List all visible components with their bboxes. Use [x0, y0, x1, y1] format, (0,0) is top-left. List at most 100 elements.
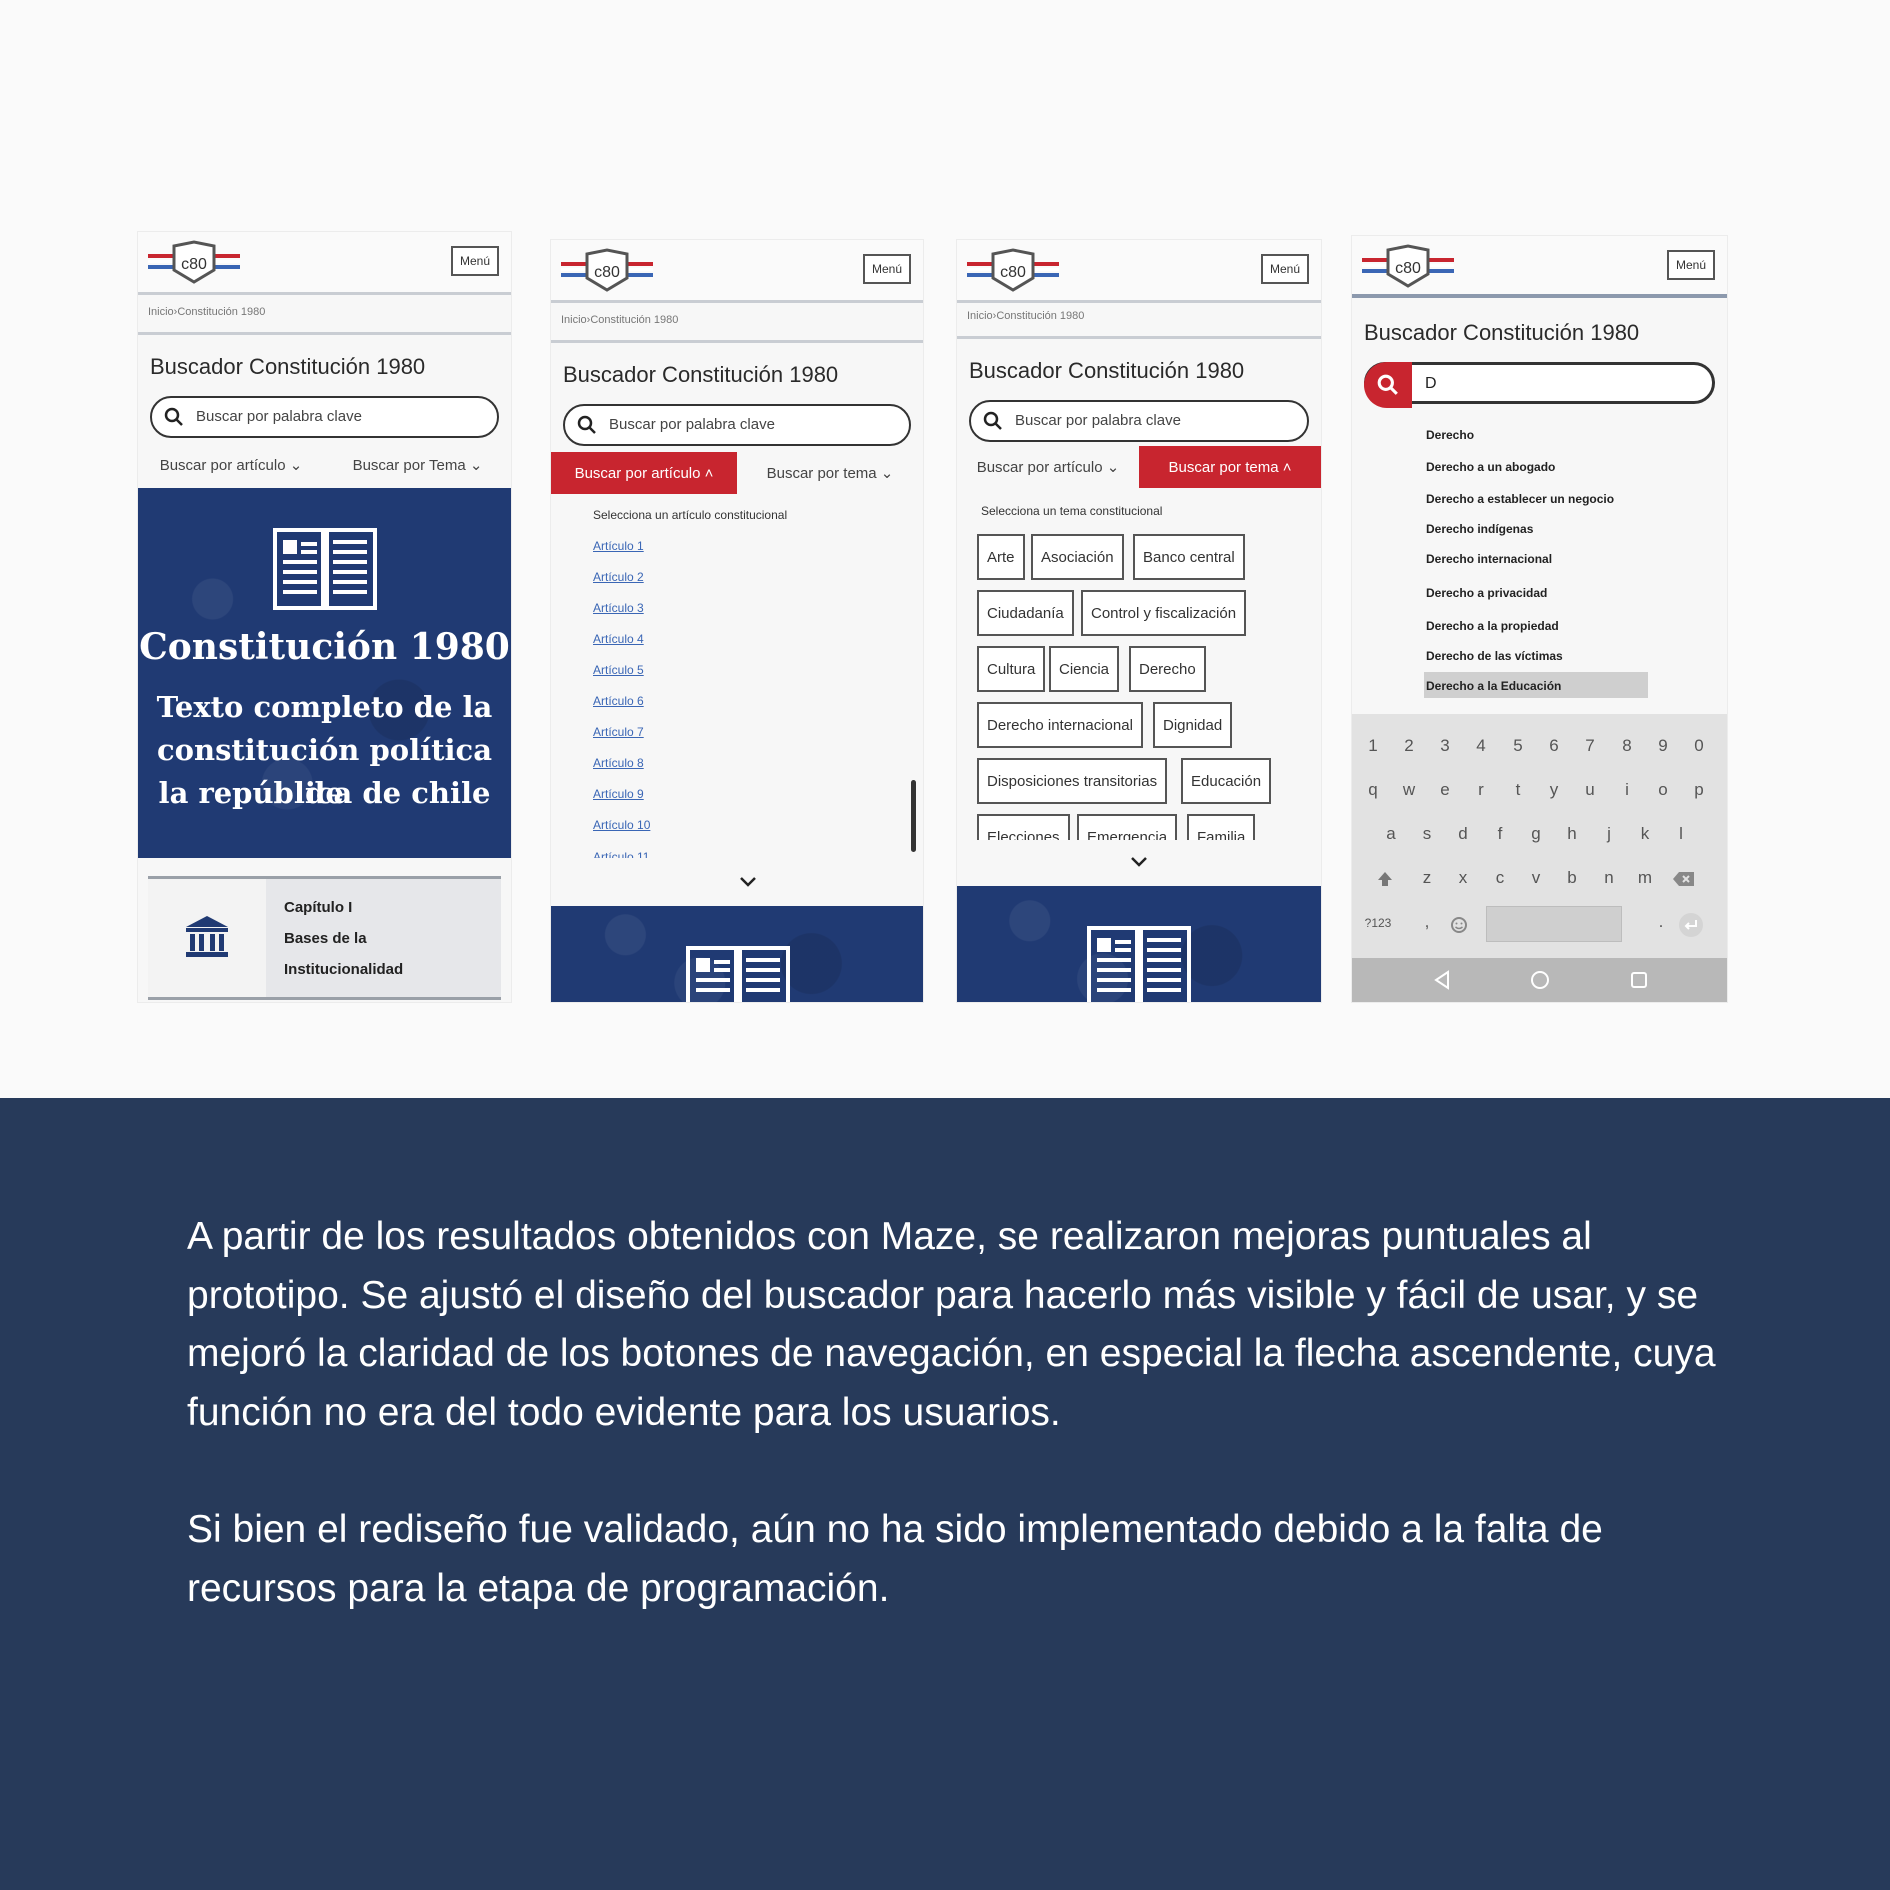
- key[interactable]: a: [1374, 824, 1408, 844]
- key[interactable]: i: [1610, 780, 1644, 800]
- shift-icon[interactable]: [1376, 870, 1394, 888]
- suggestion-item[interactable]: Derecho a privacidad: [1426, 586, 1547, 600]
- suggestion-item[interactable]: Derecho a establecer un negocio: [1426, 492, 1614, 506]
- key[interactable]: 2: [1392, 736, 1426, 756]
- article-link[interactable]: Artículo 3: [593, 601, 644, 615]
- menu-button[interactable]: Menú: [1261, 254, 1309, 284]
- key[interactable]: 6: [1537, 736, 1571, 756]
- c80-logo[interactable]: c80: [967, 248, 1059, 294]
- home-icon[interactable]: [1530, 970, 1550, 990]
- menu-button[interactable]: Menú: [451, 246, 499, 276]
- theme-tag[interactable]: Derecho internacional: [977, 702, 1143, 748]
- filter-by-theme-button[interactable]: Buscar por tema ˄: [1139, 446, 1321, 488]
- suggestion-item-selected[interactable]: Derecho a la Educación: [1426, 679, 1561, 693]
- c80-logo[interactable]: c80: [561, 248, 653, 294]
- article-link[interactable]: Artículo 4: [593, 632, 644, 646]
- article-link[interactable]: Artículo 7: [593, 725, 644, 739]
- search-input[interactable]: Buscar por palabra clave: [563, 404, 911, 446]
- key[interactable]: d: [1446, 824, 1480, 844]
- article-link[interactable]: Artículo 8: [593, 756, 644, 770]
- space-bar[interactable]: [1486, 906, 1622, 942]
- key[interactable]: g: [1519, 824, 1553, 844]
- suggestion-item[interactable]: Derecho internacional: [1426, 552, 1552, 566]
- theme-tag[interactable]: Asociación: [1031, 534, 1124, 580]
- article-link[interactable]: Artículo 1: [593, 539, 644, 553]
- key[interactable]: t: [1501, 780, 1535, 800]
- key[interactable]: u: [1573, 780, 1607, 800]
- theme-tag[interactable]: Ciencia: [1049, 646, 1120, 692]
- key[interactable]: p: [1682, 780, 1716, 800]
- theme-tag[interactable]: Cultura: [977, 646, 1046, 692]
- suggestion-item[interactable]: Derecho indígenas: [1426, 522, 1533, 536]
- key[interactable]: k: [1628, 824, 1662, 844]
- article-link[interactable]: Artículo 9: [593, 787, 644, 801]
- enter-icon[interactable]: [1678, 912, 1704, 938]
- key[interactable]: 0: [1682, 736, 1716, 756]
- key[interactable]: m: [1628, 868, 1662, 888]
- key[interactable]: v: [1519, 868, 1553, 888]
- emoji-icon[interactable]: [1450, 916, 1468, 934]
- key[interactable]: q: [1356, 780, 1390, 800]
- chevron-down-icon[interactable]: [739, 876, 757, 888]
- filter-by-article-button[interactable]: Buscar por artículo ⌄: [957, 446, 1139, 488]
- menu-button[interactable]: Menú: [1667, 250, 1715, 280]
- filter-by-article-button[interactable]: Buscar por artículo ⌄: [138, 444, 324, 486]
- breadcrumb[interactable]: Inicio›Constitución 1980: [967, 310, 1084, 322]
- search-input[interactable]: Buscar por palabra clave: [969, 400, 1309, 442]
- key[interactable]: 5: [1501, 736, 1535, 756]
- theme-tag[interactable]: Derecho: [1129, 646, 1206, 692]
- key[interactable]: c: [1483, 868, 1517, 888]
- key[interactable]: 3: [1428, 736, 1462, 756]
- suggestion-item[interactable]: Derecho a un abogado: [1426, 460, 1555, 474]
- search-button[interactable]: [1364, 362, 1412, 408]
- backspace-icon[interactable]: [1672, 870, 1696, 888]
- chapter-card[interactable]: Capítulo I Bases de la Institucionalidad: [148, 876, 501, 1000]
- key[interactable]: l: [1664, 824, 1698, 844]
- key[interactable]: f: [1483, 824, 1517, 844]
- filter-by-article-button[interactable]: Buscar por artículo ˄: [551, 452, 737, 494]
- key[interactable]: z: [1410, 868, 1444, 888]
- menu-button[interactable]: Menú: [863, 254, 911, 284]
- key[interactable]: r: [1464, 780, 1498, 800]
- search-input[interactable]: Buscar por palabra clave: [150, 396, 499, 438]
- recents-icon[interactable]: [1629, 970, 1649, 990]
- key[interactable]: b: [1555, 868, 1589, 888]
- article-link[interactable]: Artículo 5: [593, 663, 644, 677]
- key[interactable]: 9: [1646, 736, 1680, 756]
- key[interactable]: 7: [1573, 736, 1607, 756]
- period-key[interactable]: .: [1644, 912, 1678, 932]
- theme-tag[interactable]: Emergencia: [1077, 814, 1178, 840]
- search-input[interactable]: D: [1364, 362, 1715, 408]
- key[interactable]: n: [1592, 868, 1626, 888]
- article-link[interactable]: Artículo 2: [593, 570, 644, 584]
- comma-key[interactable]: ,: [1410, 912, 1444, 932]
- article-link[interactable]: Artículo 11: [593, 850, 649, 858]
- suggestion-item[interactable]: Derecho de las víctimas: [1426, 649, 1563, 663]
- filter-by-theme-button[interactable]: Buscar por Tema ⌄: [324, 444, 511, 486]
- breadcrumb[interactable]: Inicio›Constitución 1980: [561, 314, 678, 326]
- theme-tag[interactable]: Educación: [1181, 758, 1272, 804]
- theme-tag[interactable]: Dignidad: [1153, 702, 1233, 748]
- key[interactable]: w: [1392, 780, 1426, 800]
- key[interactable]: e: [1428, 780, 1462, 800]
- theme-tag[interactable]: Ciudadanía: [977, 590, 1074, 636]
- suggestion-item[interactable]: Derecho a la propiedad: [1426, 619, 1559, 633]
- filter-by-theme-button[interactable]: Buscar por tema ⌄: [737, 452, 923, 494]
- c80-logo[interactable]: c80: [1362, 244, 1454, 290]
- breadcrumb[interactable]: Inicio›Constitución 1980: [148, 306, 265, 318]
- theme-tag[interactable]: Control y fiscalización: [1081, 590, 1247, 636]
- key[interactable]: 1: [1356, 736, 1390, 756]
- key[interactable]: 4: [1464, 736, 1498, 756]
- key[interactable]: x: [1446, 868, 1480, 888]
- theme-tag[interactable]: Disposiciones transitorias: [977, 758, 1168, 804]
- article-link[interactable]: Artículo 10: [593, 818, 650, 832]
- key[interactable]: y: [1537, 780, 1571, 800]
- key[interactable]: s: [1410, 824, 1444, 844]
- key[interactable]: 8: [1610, 736, 1644, 756]
- theme-tag[interactable]: Arte: [977, 534, 1025, 580]
- suggestion-item[interactable]: Derecho: [1426, 428, 1474, 442]
- article-link[interactable]: Artículo 6: [593, 694, 644, 708]
- back-icon[interactable]: [1432, 970, 1452, 990]
- key[interactable]: h: [1555, 824, 1589, 844]
- theme-tag[interactable]: Familia: [1187, 814, 1256, 840]
